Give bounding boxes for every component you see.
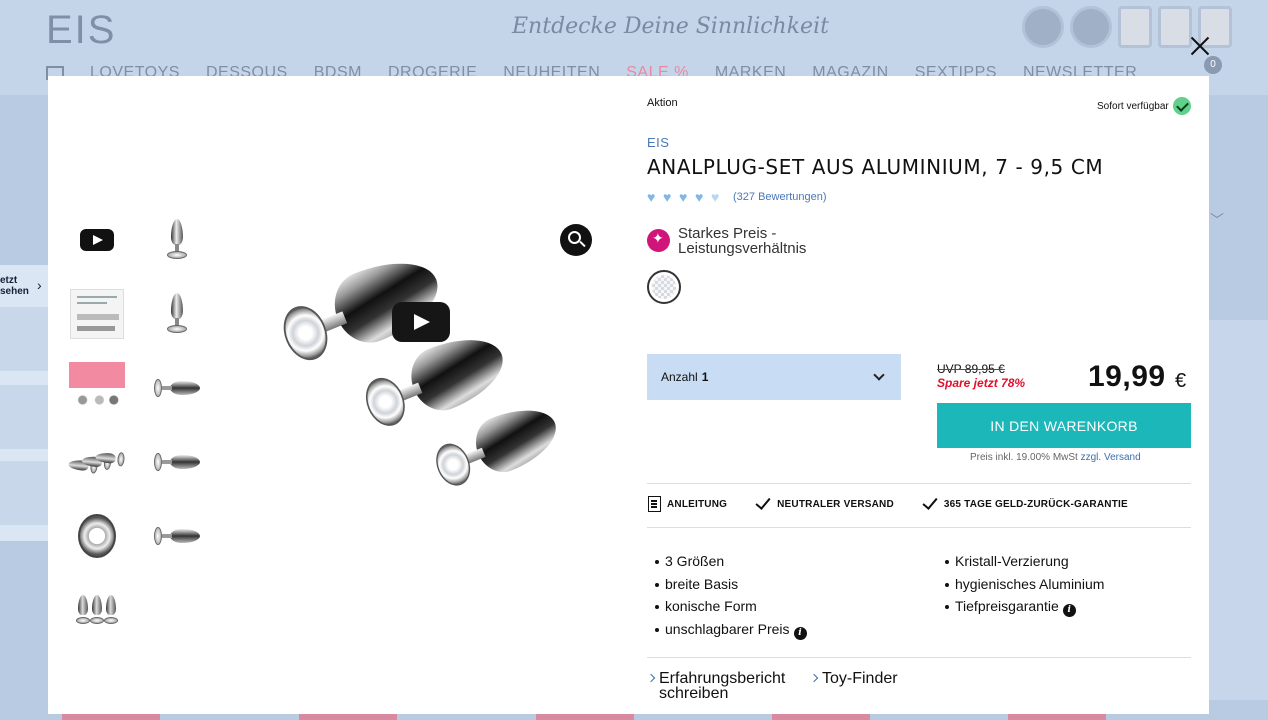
currency: € bbox=[1175, 370, 1187, 392]
check-icon bbox=[1172, 97, 1191, 115]
list-item-text: unschlagbarer Preis bbox=[665, 621, 790, 638]
thumbnail-image[interactable] bbox=[148, 360, 206, 416]
thumbnail-image[interactable] bbox=[148, 508, 206, 564]
thumbnail-image[interactable] bbox=[68, 582, 126, 638]
product-title: ANALPLUG-SET AUS ALUMINIUM, 7 - 9,5 CM bbox=[647, 155, 1104, 179]
vat-text: Preis inkl. 19.00% MwSt bbox=[970, 452, 1078, 463]
features-bar: ANLEITUNG NEUTRALER VERSAND 365 TAGE GEL… bbox=[648, 494, 1128, 512]
write-review-link[interactable]: Erfahrungsbericht schreiben bbox=[648, 671, 785, 702]
recent-thumb[interactable] bbox=[0, 461, 48, 525]
half-heart-icon: ♥ bbox=[711, 189, 720, 205]
info-icon[interactable]: i bbox=[1062, 604, 1076, 618]
topshop-badge-icon bbox=[1118, 6, 1152, 48]
price: 19,99 bbox=[1088, 360, 1166, 393]
chevron-down-icon bbox=[873, 369, 885, 381]
shipping-feature-label: NEUTRALER VERSAND bbox=[777, 498, 894, 510]
thumbnail-image[interactable] bbox=[68, 434, 126, 490]
thumbnail-video[interactable] bbox=[68, 212, 126, 268]
stock-text: Sofort verfügbar bbox=[1097, 100, 1169, 112]
recently-viewed-title: etzt sehen bbox=[0, 275, 29, 297]
quantity-select[interactable]: Anzahl 1 bbox=[647, 354, 901, 400]
info-icon[interactable]: i bbox=[793, 627, 807, 641]
toy-finder-link[interactable]: Toy-Finder bbox=[811, 671, 898, 687]
list-item: hygienisches Aluminium bbox=[941, 573, 1104, 596]
trust-badge-icon bbox=[1022, 6, 1064, 48]
thumbnail-image[interactable] bbox=[148, 286, 206, 342]
thumbnail-image[interactable] bbox=[68, 508, 126, 564]
feature-list-left: 3 Größen breite Basis konische Form unsc… bbox=[651, 550, 807, 641]
list-price: UVP 89,95 € bbox=[937, 362, 1005, 376]
heart-icon: ♥ bbox=[679, 189, 688, 205]
play-icon bbox=[80, 229, 114, 251]
chevron-right-icon[interactable]: › bbox=[37, 277, 42, 293]
guarantee-feature: 365 TAGE GELD-ZURÜCK-GARANTIE bbox=[922, 494, 1128, 510]
thumbnail-image[interactable] bbox=[148, 212, 206, 268]
guarantee-feature-label: 365 TAGE GELD-ZURÜCK-GARANTIE bbox=[943, 498, 1128, 510]
list-item-text: Tiefpreisgarantie bbox=[955, 598, 1059, 615]
sparkle-icon bbox=[647, 229, 670, 252]
play-video-button[interactable] bbox=[392, 302, 450, 342]
list-item: unschlagbarer Preis i bbox=[651, 618, 807, 641]
thumbnail-image[interactable] bbox=[148, 434, 206, 490]
variant-swatch[interactable] bbox=[647, 270, 681, 304]
chevron-down-icon: ﹀ bbox=[1210, 212, 1224, 228]
shipping-link[interactable]: zzgl. Versand bbox=[1081, 452, 1141, 463]
feature-list-right: Kristall-Verzierung hygienisches Alumini… bbox=[941, 550, 1104, 618]
cart-count-badge[interactable]: 0 bbox=[1204, 56, 1222, 74]
quantity-value: 1 bbox=[701, 370, 709, 384]
manual-label: ANLEITUNG bbox=[667, 498, 728, 510]
close-icon[interactable] bbox=[1189, 35, 1211, 57]
divider bbox=[647, 483, 1191, 484]
manual-link[interactable]: ANLEITUNG bbox=[648, 496, 727, 512]
divider bbox=[647, 527, 1191, 528]
list-item: 3 Größen bbox=[651, 550, 807, 573]
list-item: Tiefpreisgarantie i bbox=[941, 595, 1104, 618]
check-icon bbox=[922, 494, 938, 510]
vat-info: Preis inkl. 19.00% MwSt zzgl. Versand bbox=[970, 452, 1141, 463]
test-badge-icon bbox=[1158, 6, 1192, 48]
usp-text: Starkes Preis - Leistungsverhältnis bbox=[678, 225, 807, 257]
thumbnail-image[interactable] bbox=[68, 360, 126, 416]
recent-thumb[interactable] bbox=[0, 307, 48, 371]
stock-status: Sofort verfügbar bbox=[1097, 97, 1191, 115]
savings-text: Spare jetzt 78% bbox=[937, 376, 1026, 390]
recent-thumb[interactable] bbox=[0, 385, 48, 449]
divider bbox=[647, 657, 1191, 658]
usp-badge: Starkes Preis - Leistungsverhältnis bbox=[647, 226, 838, 256]
promo-label: Aktion bbox=[647, 97, 678, 109]
review-count-link[interactable]: (327 Bewertungen) bbox=[733, 191, 827, 203]
site-slogan: Entdecke Deine Sinnlichkeit bbox=[512, 14, 829, 39]
list-item: breite Basis bbox=[651, 573, 807, 596]
zoom-button[interactable] bbox=[560, 224, 592, 256]
site-logo[interactable]: EIS bbox=[46, 8, 116, 53]
thumbnail-image[interactable] bbox=[68, 286, 126, 342]
heart-icon: ♥ bbox=[695, 189, 704, 205]
list-item: konische Form bbox=[651, 595, 807, 618]
check-icon bbox=[755, 494, 771, 510]
shipping-feature: NEUTRALER VERSAND bbox=[755, 494, 894, 510]
brand-link[interactable]: EIS bbox=[647, 135, 669, 150]
list-item: Kristall-Verzierung bbox=[941, 550, 1104, 573]
quantity-label: Anzahl bbox=[661, 370, 698, 384]
background-panel bbox=[1209, 320, 1268, 700]
rating[interactable]: ♥ ♥ ♥ ♥ ♥ (327 Bewertungen) bbox=[647, 190, 827, 204]
add-to-cart-button[interactable]: IN DEN WARENKORB bbox=[937, 403, 1191, 448]
heart-icon: ♥ bbox=[663, 189, 672, 205]
award-badge-icon bbox=[1070, 6, 1112, 48]
heart-icon: ♥ bbox=[647, 189, 656, 205]
document-icon bbox=[648, 496, 661, 512]
